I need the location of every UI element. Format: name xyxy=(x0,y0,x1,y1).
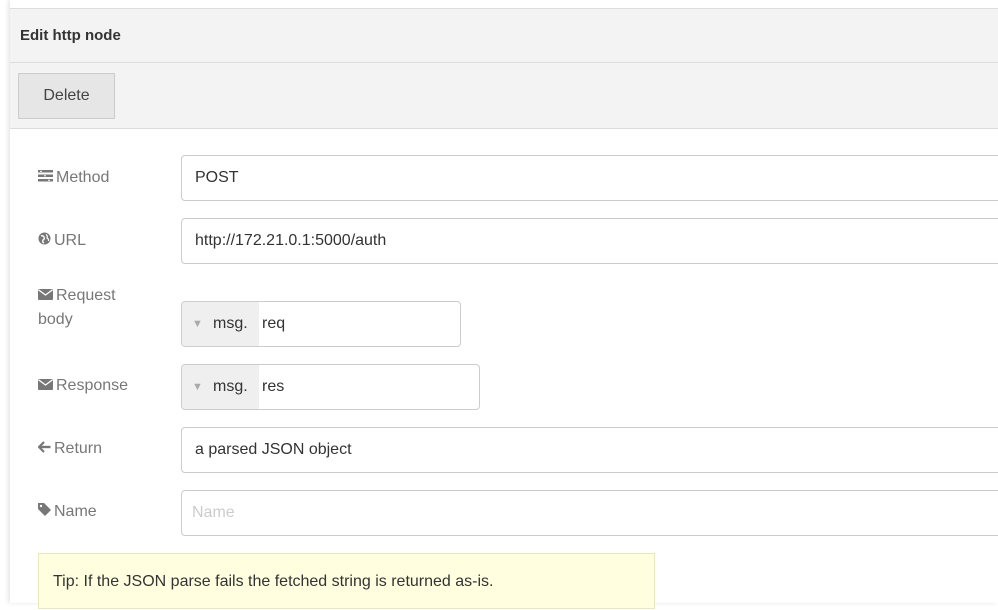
request-body-value[interactable]: req xyxy=(262,302,285,346)
workspace-edge xyxy=(0,0,10,603)
delete-button[interactable]: Delete xyxy=(18,73,115,119)
return-label: Return xyxy=(37,437,103,461)
name-input[interactable]: Name xyxy=(181,490,998,536)
caret-down-icon: ▼ xyxy=(192,318,203,330)
tag-icon xyxy=(38,500,51,524)
edit-tray: Edit http node Delete Method POST URL ht… xyxy=(10,0,998,609)
tray-title: Edit http node xyxy=(20,27,121,44)
response-label: Response xyxy=(38,374,128,398)
tasks-icon xyxy=(38,166,53,190)
request-body-typed-input[interactable]: ▼ msg. req xyxy=(181,301,461,347)
response-value[interactable]: res xyxy=(262,365,284,409)
return-select[interactable]: a parsed JSON object xyxy=(181,427,998,473)
request-body-label-line2: body xyxy=(38,311,73,329)
return-label-text: Return xyxy=(54,440,103,458)
request-body-type-select[interactable]: ▼ msg. xyxy=(182,302,259,346)
request-body-type-label: msg. xyxy=(213,315,248,332)
request-body-label-line1: Request xyxy=(56,287,116,305)
url-label-text: URL xyxy=(54,232,87,250)
envelope-icon xyxy=(38,374,53,398)
tray-header: Edit http node xyxy=(10,8,998,63)
request-body-label: Request body xyxy=(38,284,116,332)
response-label-text: Response xyxy=(56,377,129,395)
tray-toolbar: Delete xyxy=(10,63,998,129)
url-input[interactable]: http://172.21.0.1:5000/auth xyxy=(181,218,998,264)
method-label-text: Method xyxy=(56,169,110,187)
arrow-left-icon xyxy=(37,437,51,461)
name-label-text: Name xyxy=(54,503,97,521)
globe-icon xyxy=(38,229,51,253)
response-typed-input[interactable]: ▼ msg. res xyxy=(181,364,480,410)
tip-box: Tip: If the JSON parse fails the fetched… xyxy=(38,553,655,609)
envelope-icon xyxy=(38,284,53,308)
method-label: Method xyxy=(38,166,109,190)
method-select[interactable]: POST xyxy=(181,155,998,201)
caret-down-icon: ▼ xyxy=(192,381,203,393)
name-label: Name xyxy=(38,500,97,524)
url-label: URL xyxy=(38,229,86,253)
response-type-select[interactable]: ▼ msg. xyxy=(182,365,259,409)
response-type-label: msg. xyxy=(213,378,248,395)
